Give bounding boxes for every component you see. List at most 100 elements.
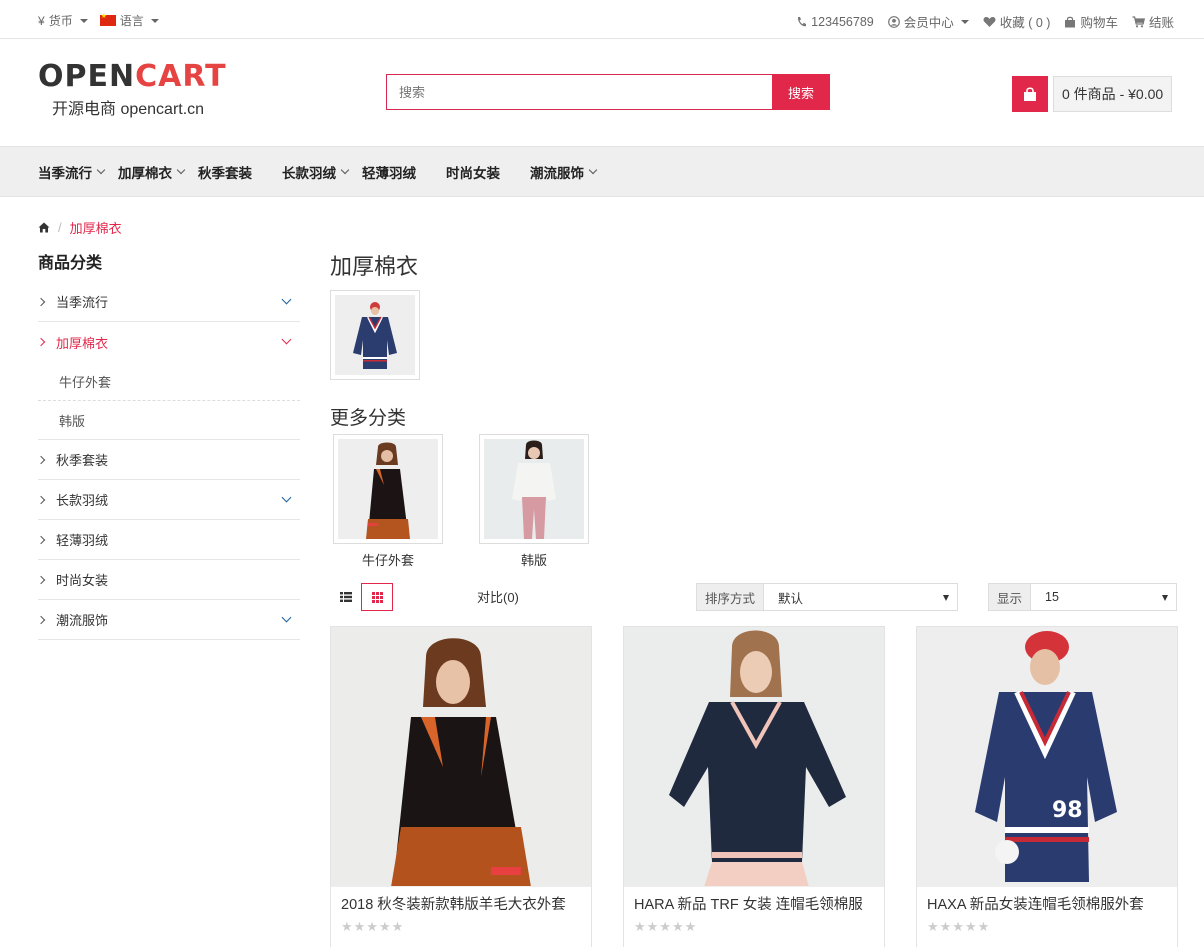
shopping-bag-icon [1065, 16, 1076, 27]
home-icon[interactable] [38, 222, 50, 233]
breadcrumb-separator: / [58, 220, 62, 235]
search-input[interactable] [386, 74, 772, 110]
caret-down-icon [960, 19, 969, 24]
nav-item-label: 轻薄羽绒 [362, 165, 416, 181]
sidebar-item-womens-fashion[interactable]: 时尚女装 [36, 560, 300, 600]
model-photo-white-sweater [484, 439, 584, 539]
shopping-bag-icon [1024, 87, 1036, 101]
grid-view-button[interactable] [361, 583, 393, 611]
product-name[interactable]: 2018 秋冬装新款韩版羊毛大衣外套 [331, 887, 591, 914]
nav-item-padded-coats[interactable]: 加厚棉衣 [118, 162, 186, 182]
subcategory-korean[interactable]: 韩版 [479, 434, 589, 569]
main-content: 加厚棉衣 更多分类 牛仔外套 韩版 对比(0) 排序方式 默认 显示 15 20… [330, 250, 1178, 947]
logo-text-cart: CART [135, 59, 227, 94]
model-photo-cable-knit-sweater [624, 627, 884, 886]
model-photo-black-sweater [338, 439, 438, 539]
cart-link[interactable]: 购物车 [1064, 12, 1118, 31]
nav-item-label: 加厚棉衣 [118, 165, 172, 181]
expand-chevron-icon[interactable] [281, 612, 292, 623]
show-label: 显示 [988, 583, 1032, 611]
sort-select-value: 默认 [778, 591, 804, 606]
nav-item-light-down[interactable]: 轻薄羽绒 [362, 162, 416, 182]
sidebar-item-long-down[interactable]: 长款羽绒 [36, 480, 300, 520]
product-card[interactable]: HARA 新品 TRF 女装 连帽毛领棉服 ★★★★★ [623, 626, 885, 947]
wishlist-link[interactable]: 收藏 ( 0 ) [983, 12, 1050, 31]
sort-label: 排序方式 [696, 583, 765, 611]
chevron-down-icon [176, 165, 186, 175]
show-control: 显示 15 [988, 583, 1178, 611]
product-card[interactable]: 98 HAXA 新品女装连帽毛领棉服外套 ★★★★★ [916, 626, 1178, 947]
sort-control: 排序方式 默认 [696, 583, 959, 611]
search-button[interactable]: 搜索 [772, 74, 830, 110]
expand-chevron-icon[interactable] [281, 492, 292, 503]
subcategory-image[interactable] [479, 434, 589, 544]
user-icon [887, 15, 900, 28]
nav-item-label: 当季流行 [38, 165, 92, 181]
nav-item-womens-fashion[interactable]: 时尚女装 [446, 162, 500, 182]
product-card[interactable]: 2018 秋冬装新款韩版羊毛大衣外套 ★★★★★ [330, 626, 592, 947]
logo-tagline: 开源电商 opencart.cn [52, 101, 205, 118]
sidebar-item-light-down[interactable]: 轻薄羽绒 [36, 520, 300, 560]
limit-select[interactable]: 15 [1031, 583, 1178, 611]
product-image[interactable] [624, 627, 884, 887]
svg-text:98: 98 [1052, 798, 1083, 823]
nav-item-long-down[interactable]: 长款羽绒 [282, 162, 350, 182]
checkout-link[interactable]: 结账 [1132, 12, 1174, 31]
sidebar-item-label: 当季流行 [56, 295, 109, 310]
sort-select[interactable]: 默认 [764, 583, 959, 611]
search-bar: 搜索 [386, 74, 830, 110]
product-name[interactable]: HARA 新品 TRF 女装 连帽毛领棉服 [624, 887, 884, 914]
product-grid: 2018 秋冬装新款韩版羊毛大衣外套 ★★★★★ HARA 新品 TRF 女装 … [330, 626, 1178, 947]
compare-link[interactable]: 对比(0) [477, 587, 519, 606]
product-toolbar: 对比(0) 排序方式 默认 显示 15 [330, 583, 1178, 611]
cart-label: 购物车 [1080, 16, 1118, 30]
checkout-label: 结账 [1148, 16, 1174, 30]
sidebar-item-autumn-sets[interactable]: 秋季套装 [36, 440, 300, 480]
sidebar-item-trendy-apparel[interactable]: 潮流服饰 [36, 600, 300, 640]
cart-total[interactable]: 0 件商品 - ¥0.00 [1053, 76, 1173, 112]
sidebar-item-padded-coats[interactable]: 加厚棉衣 [36, 322, 300, 362]
account-label: 会员中心 [903, 16, 954, 30]
sidebar-item-label: 秋季套装 [56, 453, 109, 468]
sidebar-subitem-denim[interactable]: 牛仔外套 [38, 362, 300, 401]
model-photo-navy-sweater [335, 295, 415, 375]
chevron-right-icon [36, 337, 46, 347]
product-rating: ★★★★★ [634, 919, 698, 934]
model-photo-black-sweater [331, 627, 591, 886]
product-image[interactable]: 98 [917, 627, 1177, 887]
sidebar-subitem-label: 牛仔外套 [59, 374, 112, 390]
subcategory-label[interactable]: 牛仔外套 [333, 550, 443, 569]
account-dropdown[interactable]: 会员中心 [887, 12, 969, 31]
nav-item-autumn-sets[interactable]: 秋季套装 [198, 162, 252, 182]
sidebar-item-label: 加厚棉衣 [56, 335, 109, 351]
nav-item-seasonal[interactable]: 当季流行 [38, 162, 106, 182]
product-image[interactable] [331, 627, 591, 887]
chevron-down-icon [340, 165, 350, 175]
sidebar-subitem-korean[interactable]: 韩版 [38, 401, 300, 440]
product-name[interactable]: HAXA 新品女装连帽毛领棉服外套 [917, 887, 1177, 914]
list-view-button[interactable] [330, 583, 362, 611]
grid-icon [371, 591, 383, 603]
list-icon [340, 592, 352, 602]
collapse-chevron-icon[interactable] [281, 334, 292, 345]
nav-item-label: 潮流服饰 [530, 165, 584, 181]
subcategory-denim[interactable]: 牛仔外套 [333, 434, 443, 569]
expand-chevron-icon[interactable] [281, 294, 292, 305]
cart-bag-button[interactable] [1012, 76, 1048, 112]
nav-item-label: 秋季套装 [198, 165, 252, 181]
cart-widget[interactable]: 0 件商品 - ¥0.00 [1012, 76, 1173, 112]
sidebar-subitem-label: 韩版 [59, 413, 86, 429]
breadcrumb-current[interactable]: 加厚棉衣 [70, 218, 122, 237]
subcategory-label[interactable]: 韩版 [479, 550, 589, 569]
site-logo[interactable]: OPENCART 开源电商 opencart.cn [38, 60, 248, 122]
chevron-down-icon [96, 165, 106, 175]
currency-dropdown[interactable]: ¥ 货币 [38, 12, 88, 29]
sidebar-item-seasonal[interactable]: 当季流行 [36, 282, 300, 322]
main-nav: 当季流行 加厚棉衣 秋季套装 长款羽绒 轻薄羽绒 时尚女装 潮流服饰 [0, 146, 1204, 197]
language-dropdown[interactable]: 语言 [99, 12, 159, 29]
subcategory-image[interactable] [333, 434, 443, 544]
nav-item-trendy-apparel[interactable]: 潮流服饰 [530, 162, 598, 182]
product-rating: ★★★★★ [927, 919, 991, 934]
phone-link[interactable]: 123456789 [796, 12, 874, 31]
chevron-right-icon [36, 455, 46, 464]
